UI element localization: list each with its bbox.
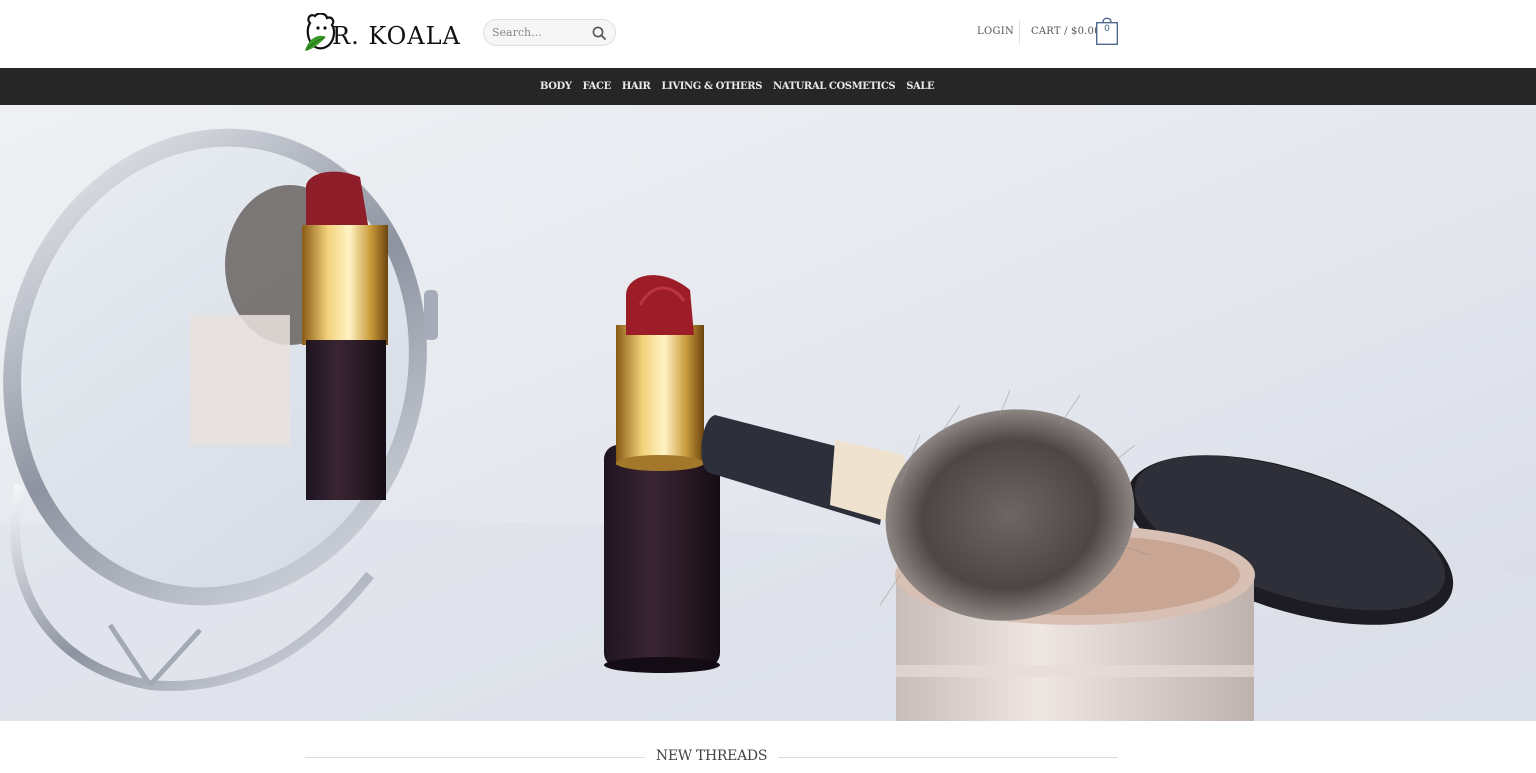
section-divider-left [305, 757, 645, 758]
koala-leaf-logo-icon [305, 13, 336, 51]
nav-item-living-others[interactable]: LIVING & OTHERS [661, 81, 762, 92]
nav-item-sale[interactable]: SALE [906, 81, 934, 92]
section-divider-right [778, 757, 1118, 758]
hero-banner[interactable] [0, 105, 1536, 721]
search-icon[interactable] [591, 25, 607, 41]
hero-cosmetics-image [0, 105, 1536, 721]
nav-item-hair[interactable]: HAIR [622, 81, 651, 92]
site-logo[interactable]: R. KOALA [304, 13, 464, 53]
section-header: NEW THREADS [305, 745, 1118, 769]
site-header: R. KOALA LOGIN CART / $0.00 0 [0, 0, 1536, 68]
nav-item-body[interactable]: BODY [540, 81, 572, 92]
cart-count-badge: 0 [1104, 24, 1110, 34]
search-input[interactable] [492, 26, 588, 39]
nav-item-natural-cosmetics[interactable]: NATURAL COSMETICS [773, 81, 896, 92]
section-title: NEW THREADS [655, 748, 768, 764]
login-link[interactable]: LOGIN [977, 26, 1014, 37]
main-navigation: BODY FACE HAIR LIVING & OTHERS NATURAL C… [0, 68, 1536, 105]
cart-link[interactable]: CART / $0.00 [1031, 26, 1101, 37]
nav-item-face[interactable]: FACE [583, 81, 612, 92]
search-box[interactable] [483, 19, 616, 46]
header-divider [1019, 20, 1020, 45]
logo-text: R. KOALA [332, 22, 461, 50]
